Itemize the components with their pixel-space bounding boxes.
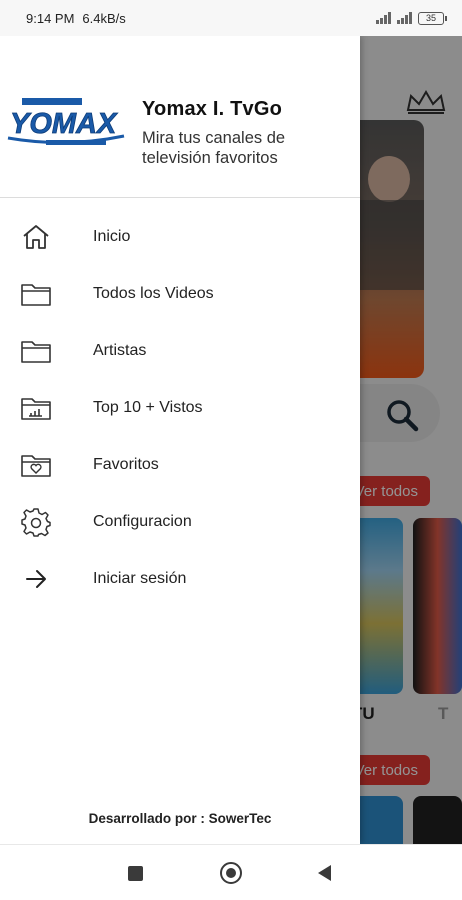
menu-item-todos-los-videos[interactable]: Todos los Videos	[0, 265, 360, 322]
app-subtitle: Mira tus canales de televisión favoritos	[142, 129, 286, 167]
gear-icon	[20, 507, 52, 537]
back-button[interactable]	[318, 865, 331, 881]
battery-level: 35	[425, 13, 436, 23]
menu-label: Configuracion	[93, 512, 192, 530]
menu-item-configuracion[interactable]: Configuracion	[0, 493, 360, 550]
battery-icon: 35	[418, 11, 447, 25]
menu-label: Favoritos	[93, 455, 159, 473]
menu-item-inicio[interactable]: Inicio	[0, 208, 360, 265]
signal-icon-2	[397, 12, 412, 24]
developer-credit: Desarrollado por : SowerTec	[88, 811, 272, 826]
navigation-drawer: YOMAX Yomax I. TvGo Mira tus canales de …	[0, 36, 360, 844]
folder-icon	[20, 280, 52, 308]
yomax-logo: YOMAX	[7, 98, 125, 145]
menu-label: Inicio	[93, 227, 131, 245]
menu-label: Artistas	[93, 341, 147, 359]
app-title: Yomax I. TvGo	[142, 98, 283, 120]
logo-wordmark: YOMAX	[10, 108, 118, 140]
home-button[interactable]	[220, 862, 242, 884]
menu-item-iniciar-sesion[interactable]: Iniciar sesión	[0, 550, 360, 607]
home-icon	[20, 223, 52, 251]
folder-heart-icon	[20, 451, 52, 479]
signal-icon	[376, 12, 391, 24]
folder-icon	[20, 337, 52, 365]
drawer-header: YOMAX Yomax I. TvGo Mira tus canales de …	[0, 36, 360, 198]
recent-apps-button[interactable]	[128, 866, 143, 881]
drawer-menu: Inicio Todos los Videos Artistas Top 10 …	[0, 208, 360, 607]
menu-label: Iniciar sesión	[93, 569, 187, 587]
status-time: 9:14 PM	[26, 10, 75, 26]
menu-item-artistas[interactable]: Artistas	[0, 322, 360, 379]
menu-item-top-10[interactable]: Top 10 + Vistos	[0, 379, 360, 436]
menu-item-favoritos[interactable]: Favoritos	[0, 436, 360, 493]
arrow-right-icon	[20, 565, 52, 593]
status-network-speed: 6.4kB/s	[82, 10, 126, 26]
system-nav-bar	[0, 844, 462, 900]
folder-chart-icon	[20, 394, 52, 422]
status-bar: 9:14 PM 6.4kB/s 35	[0, 0, 462, 36]
menu-label: Todos los Videos	[93, 284, 214, 302]
menu-label: Top 10 + Vistos	[93, 398, 203, 416]
